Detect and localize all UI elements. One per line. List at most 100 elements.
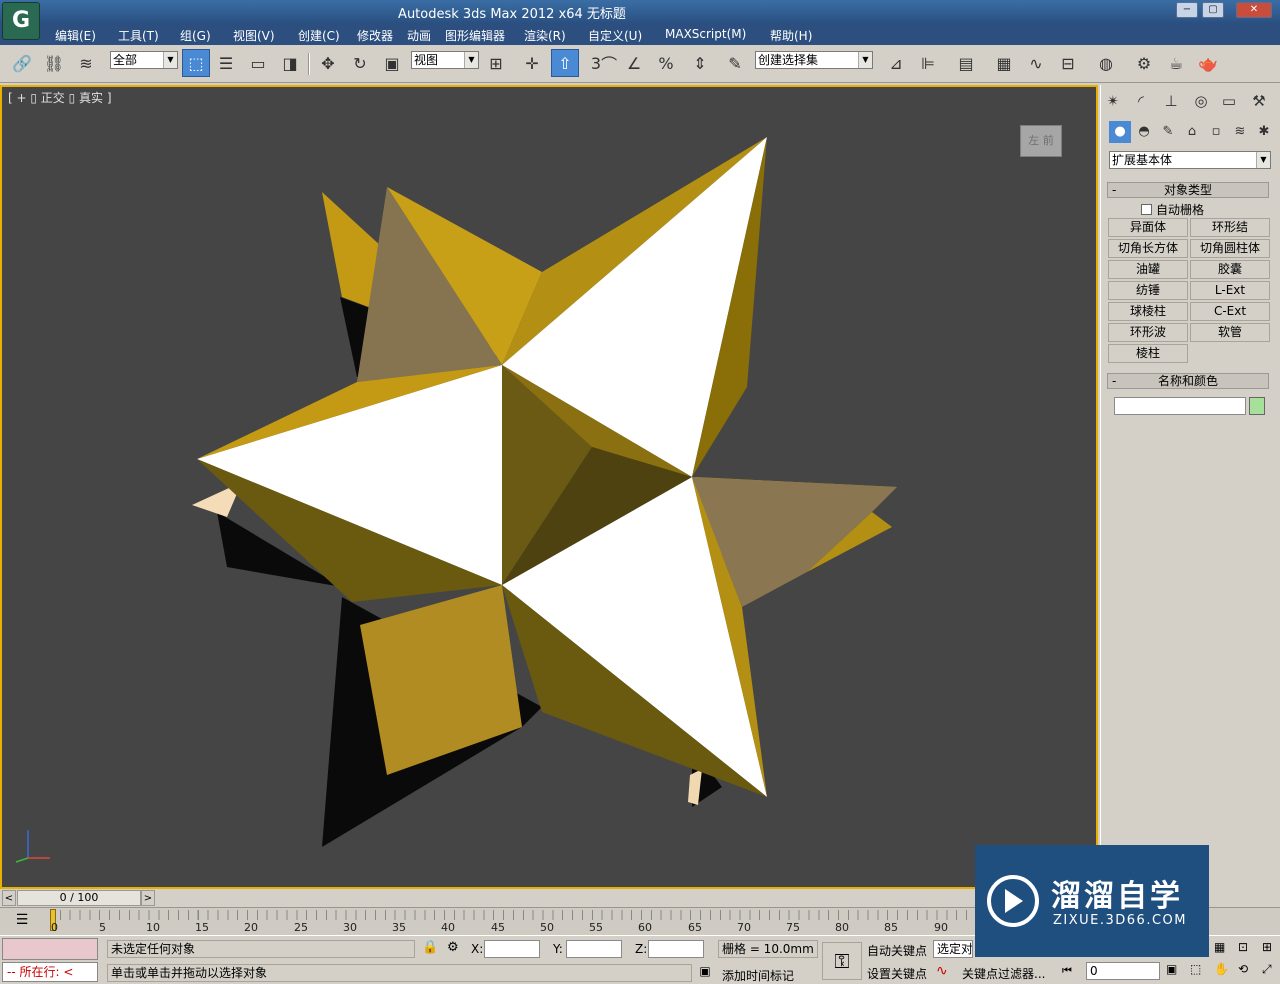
- graphite-modeling-icon[interactable]: ▦: [990, 49, 1018, 77]
- menu-animation[interactable]: 动画: [407, 27, 431, 44]
- x-coordinate-input[interactable]: [484, 940, 540, 958]
- go-to-start-icon[interactable]: ⏮: [1062, 964, 1072, 978]
- mirror-icon[interactable]: ⊿: [882, 49, 910, 77]
- name-color-rollout-header[interactable]: - 名称和颜色: [1107, 373, 1269, 389]
- primitive-type-dropdown[interactable]: 扩展基本体 ▼: [1109, 151, 1271, 169]
- object-color-swatch[interactable]: [1249, 397, 1265, 415]
- helpers-icon[interactable]: ▫: [1205, 121, 1227, 143]
- schematic-view-icon[interactable]: ⊟: [1054, 49, 1082, 77]
- mini-curve-editor-icon[interactable]: ☰: [8, 912, 36, 932]
- snaps-toggle-icon[interactable]: 3 ⌒: [590, 49, 618, 77]
- capsule-button[interactable]: 胶囊: [1190, 260, 1270, 279]
- pan-icon[interactable]: ✋: [1214, 962, 1229, 976]
- menu-group[interactable]: 组(G): [180, 27, 211, 44]
- gengon-button[interactable]: 球棱柱: [1108, 302, 1188, 321]
- auto-grid-checkbox[interactable]: [1141, 204, 1152, 215]
- select-object-icon[interactable]: ⬚: [182, 49, 210, 77]
- maxscript-mini-listener[interactable]: -- 所在行: <: [2, 962, 98, 982]
- render-production-icon[interactable]: 🫖: [1194, 49, 1222, 77]
- reference-coord-dropdown[interactable]: 视图 ▼: [411, 51, 479, 69]
- next-frame-icon[interactable]: >: [141, 890, 155, 906]
- rotate-icon[interactable]: ↻: [346, 49, 374, 77]
- time-slider-thumb[interactable]: 0 / 100: [17, 890, 141, 906]
- close-button[interactable]: ✕: [1236, 2, 1272, 18]
- spindle-button[interactable]: 纺锤: [1108, 281, 1188, 300]
- menu-view[interactable]: 视图(V): [233, 27, 275, 44]
- absolute-mode-icon[interactable]: ⚙: [447, 940, 459, 955]
- unlink-icon[interactable]: ⛓: [40, 49, 68, 77]
- menu-graph-editors[interactable]: 图形编辑器: [445, 27, 505, 44]
- pivot-center-icon[interactable]: ⊞: [482, 49, 510, 77]
- chamfer-cyl-button[interactable]: 切角圆柱体: [1190, 239, 1270, 258]
- rendered-frame-icon[interactable]: ☕: [1162, 49, 1190, 77]
- display-tab-icon[interactable]: ▭: [1217, 89, 1241, 113]
- menu-rendering[interactable]: 渲染(R): [524, 27, 566, 44]
- torus-knot-button[interactable]: 环形结: [1190, 218, 1270, 237]
- key-icon[interactable]: ⚿: [822, 942, 862, 980]
- select-by-name-icon[interactable]: ☰: [212, 49, 240, 77]
- menu-maxscript[interactable]: MAXScript(M): [665, 27, 746, 41]
- zoom-extents-all-icon[interactable]: ⊡: [1238, 940, 1248, 954]
- lock-icon[interactable]: 🔒: [422, 940, 438, 955]
- window-crossing-icon[interactable]: ◨: [276, 49, 304, 77]
- maximize-button[interactable]: ▢: [1202, 2, 1224, 18]
- menu-edit[interactable]: 编辑(E): [55, 27, 96, 44]
- add-time-tag-button[interactable]: 添加时间标记: [722, 967, 794, 984]
- minimize-button[interactable]: −: [1176, 2, 1198, 18]
- menu-modifiers[interactable]: 修改器: [357, 27, 393, 44]
- l-ext-button[interactable]: L-Ext: [1190, 281, 1270, 300]
- render-setup-icon[interactable]: ⚙: [1130, 49, 1158, 77]
- modify-tab-icon[interactable]: ◜: [1129, 89, 1153, 113]
- prism-button[interactable]: 棱柱: [1108, 344, 1188, 363]
- systems-icon[interactable]: ✱: [1253, 121, 1275, 143]
- select-manipulate-icon[interactable]: ✛: [518, 49, 546, 77]
- edit-named-selection-icon[interactable]: ✎: [721, 49, 749, 77]
- set-key-button[interactable]: 设置关键点: [867, 965, 927, 982]
- spinner-snap-icon[interactable]: ⇕: [686, 49, 714, 77]
- hose-button[interactable]: 软管: [1190, 323, 1270, 342]
- c-ext-button[interactable]: C-Ext: [1190, 302, 1270, 321]
- material-editor-icon[interactable]: ◍: [1092, 49, 1120, 77]
- bind-space-warp-icon[interactable]: ≋: [72, 49, 100, 77]
- perspective-viewport[interactable]: [ + ▯ 正交 ▯ 真实 ] 左 前: [0, 85, 1098, 889]
- create-tab-icon[interactable]: ✴: [1101, 89, 1125, 113]
- menu-create[interactable]: 创建(C): [298, 27, 340, 44]
- chamfer-box-button[interactable]: 切角长方体: [1108, 239, 1188, 258]
- maxscript-listener-box[interactable]: [2, 938, 98, 960]
- selection-filter-dropdown[interactable]: 全部 ▼: [110, 51, 178, 69]
- auto-key-button[interactable]: 自动关键点: [867, 942, 927, 959]
- curve-editor-icon[interactable]: ∿: [1022, 49, 1050, 77]
- layer-manager-icon[interactable]: ▤: [952, 49, 980, 77]
- stellated-star-model[interactable]: [2, 87, 1096, 887]
- zoom-region-icon[interactable]: ⊞: [1262, 940, 1272, 954]
- link-icon[interactable]: 🔗: [8, 49, 36, 77]
- space-warps-icon[interactable]: ≋: [1229, 121, 1251, 143]
- current-frame-input[interactable]: 0: [1086, 962, 1160, 980]
- time-config-icon[interactable]: ▣: [1166, 962, 1177, 976]
- utilities-tab-icon[interactable]: ⚒: [1247, 89, 1271, 113]
- zoom-all-icon[interactable]: ▦: [1214, 940, 1225, 954]
- z-coordinate-input[interactable]: [648, 940, 704, 958]
- menu-customize[interactable]: 自定义(U): [588, 27, 642, 44]
- zoom-extents-icon[interactable]: ⬚: [1190, 962, 1201, 976]
- align-icon[interactable]: ⊫: [914, 49, 942, 77]
- time-tag-icon[interactable]: ▣: [695, 964, 715, 982]
- lights-icon[interactable]: ✎: [1157, 121, 1179, 143]
- scale-icon[interactable]: ▣: [378, 49, 406, 77]
- maximize-viewport-icon[interactable]: ⤢: [1262, 962, 1272, 977]
- object-type-rollout-header[interactable]: - 对象类型: [1107, 182, 1269, 198]
- auto-grid-row[interactable]: 自动栅格: [1141, 201, 1204, 218]
- cameras-icon[interactable]: ⌂: [1181, 121, 1203, 143]
- move-icon[interactable]: ✥: [314, 49, 342, 77]
- shapes-icon[interactable]: ◓: [1133, 121, 1155, 143]
- oil-tank-button[interactable]: 油罐: [1108, 260, 1188, 279]
- orbit-icon[interactable]: ⟲: [1238, 962, 1248, 976]
- menu-help[interactable]: 帮助(H): [770, 27, 812, 44]
- hedra-button[interactable]: 异面体: [1108, 218, 1188, 237]
- key-filters-button[interactable]: 关键点过滤器...: [962, 965, 1045, 982]
- geometry-icon[interactable]: ●: [1109, 121, 1131, 143]
- menu-tools[interactable]: 工具(T): [118, 27, 159, 44]
- ringwave-button[interactable]: 环形波: [1108, 323, 1188, 342]
- app-logo-button[interactable]: G: [2, 2, 40, 40]
- rectangular-selection-icon[interactable]: ▭: [244, 49, 272, 77]
